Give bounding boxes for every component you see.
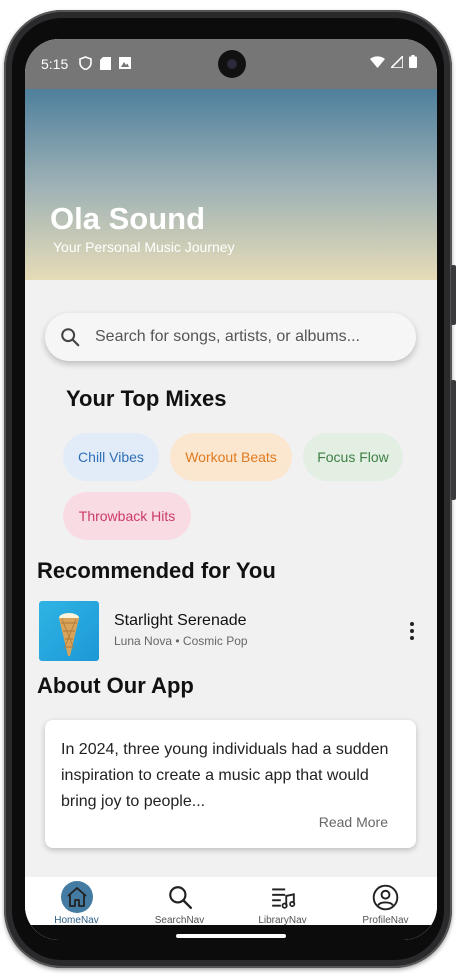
battery-icon bbox=[409, 55, 417, 68]
volume-button bbox=[451, 265, 456, 325]
nav-item-library[interactable]: LibraryNav bbox=[231, 877, 334, 929]
status-time: 5:15 bbox=[41, 56, 69, 72]
ice-cream-cone-icon bbox=[59, 613, 79, 656]
shield-icon bbox=[79, 56, 92, 70]
phone-frame: 5:15 Ola Sound Your Personal Music Journ… bbox=[4, 10, 456, 968]
signal-icon bbox=[391, 55, 403, 68]
top-mixes-title: Your Top Mixes bbox=[66, 386, 227, 411]
chip-chill-vibes[interactable]: Chill Vibes bbox=[63, 433, 159, 481]
chip-label: Throwback Hits bbox=[78, 508, 176, 524]
nav-item-home[interactable]: HomeNav bbox=[25, 877, 128, 929]
track-title: Starlight Serenade bbox=[114, 612, 247, 629]
status-bar: 5:15 bbox=[25, 39, 437, 89]
gesture-handle[interactable] bbox=[176, 934, 286, 938]
about-title: About Our App bbox=[37, 673, 194, 698]
image-icon bbox=[119, 57, 131, 69]
status-notification-icons bbox=[79, 56, 131, 70]
nav-item-search[interactable]: SearchNav bbox=[128, 877, 231, 929]
power-button bbox=[451, 380, 456, 500]
search-icon bbox=[164, 881, 196, 913]
status-system-icons bbox=[370, 55, 417, 68]
app-subtitle: Your Personal Music Journey bbox=[53, 239, 235, 255]
search-icon bbox=[61, 328, 80, 347]
front-camera bbox=[218, 50, 246, 78]
app-title: Ola Sound bbox=[50, 201, 205, 236]
chip-workout-beats[interactable]: Workout Beats bbox=[170, 433, 292, 481]
track-meta: Luna Nova • Cosmic Pop bbox=[114, 634, 248, 648]
recommended-title: Recommended for You bbox=[37, 558, 276, 583]
chip-label: Workout Beats bbox=[185, 449, 277, 465]
chip-focus-flow[interactable]: Focus Flow bbox=[303, 433, 403, 481]
wifi-icon bbox=[370, 55, 385, 68]
profile-icon bbox=[370, 881, 402, 913]
chip-label: Chill Vibes bbox=[78, 449, 144, 465]
chip-throwback-hits[interactable]: Throwback Hits bbox=[63, 492, 191, 540]
read-more-link[interactable]: Read More bbox=[319, 814, 388, 830]
nav-item-profile[interactable]: ProfileNav bbox=[334, 877, 437, 929]
about-text: In 2024, three young individuals had a s… bbox=[61, 741, 389, 810]
about-card: In 2024, three young individuals had a s… bbox=[45, 720, 416, 848]
search-input[interactable] bbox=[93, 313, 403, 361]
chip-label: Focus Flow bbox=[317, 449, 389, 465]
library-icon bbox=[267, 881, 299, 913]
more-options-icon[interactable] bbox=[401, 617, 423, 645]
sd-card-icon bbox=[100, 56, 111, 70]
app-screen: 5:15 Ola Sound Your Personal Music Journ… bbox=[25, 39, 437, 940]
album-art bbox=[39, 601, 99, 661]
search-bar[interactable] bbox=[45, 313, 416, 361]
home-icon bbox=[60, 881, 93, 913]
